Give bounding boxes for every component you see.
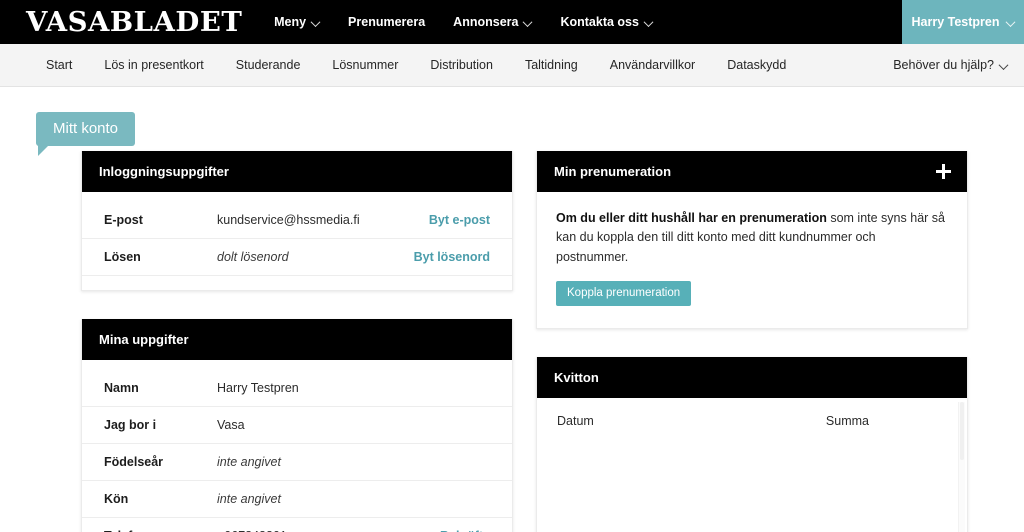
table-row: Lösen dolt lösenord Byt lösenord <box>82 239 512 276</box>
table-row: Namn Harry Testpren <box>82 370 512 407</box>
row-value: dolt lösenord <box>217 250 289 264</box>
card-header: Kvitton <box>537 357 967 399</box>
secondary-nav-bar: Start Lös in presentkort Studerande Lösn… <box>0 44 1024 87</box>
card-title: Kvitton <box>554 370 599 386</box>
row-value: Vasa <box>217 418 245 432</box>
card-header: Mina uppgifter <box>82 319 512 360</box>
nav-item-label: Kontakta oss <box>560 15 639 29</box>
card-title: Mina uppgifter <box>99 332 189 347</box>
column-header-date: Datum <box>557 414 594 429</box>
receipts-scrollbar-thumb[interactable] <box>960 402 964 460</box>
primary-nav: Meny Prenumerera Annonsera Kontakta oss <box>274 0 681 44</box>
site-logo[interactable]: VASABLADET <box>26 9 242 36</box>
column-header-amount: Summa <box>825 414 869 429</box>
receipts-card: Kvitton Datum Summa <box>536 357 968 532</box>
nav-item-prenumerera[interactable]: Prenumerera <box>348 15 425 29</box>
table-row: Födelseår inte angivet <box>82 444 512 481</box>
subscription-description: Om du eller ditt hushåll har en prenumer… <box>556 209 948 267</box>
change-password-link[interactable]: Byt lösenord <box>414 250 490 264</box>
subnav-item-dataskydd[interactable]: Dataskydd <box>727 58 786 72</box>
table-row: Jag bor i Vasa <box>82 407 512 444</box>
page-content: Mitt konto Inloggningsuppgifter E-post k… <box>0 87 1024 532</box>
row-label: E-post <box>104 213 143 227</box>
subnav-item-start[interactable]: Start <box>46 58 72 72</box>
row-value: Harry Testpren <box>217 381 299 395</box>
help-label: Behöver du hjälp? <box>893 58 994 72</box>
chevron-down-icon <box>1007 20 1015 25</box>
card-body: Datum Summa <box>537 398 967 532</box>
row-value: inte angivet <box>217 455 281 469</box>
chevron-down-icon <box>312 20 320 25</box>
nav-item-annonsera[interactable]: Annonsera <box>453 15 532 29</box>
my-details-card: Mina uppgifter Namn Harry Testpren Jag b… <box>81 319 513 532</box>
user-account-button[interactable]: Harry Testpren <box>902 0 1024 44</box>
table-row: E-post kundservice@hssmedia.fi Byt e-pos… <box>82 202 512 239</box>
chevron-down-icon <box>1000 63 1008 68</box>
nav-item-label: Prenumerera <box>348 15 426 29</box>
top-header-bar: VASABLADET Meny Prenumerera Annonsera Ko… <box>0 0 1024 44</box>
left-column: Inloggningsuppgifter E-post kundservice@… <box>81 151 513 532</box>
page-title-tab[interactable]: Mitt konto <box>36 112 136 156</box>
subnav-item-studerande[interactable]: Studerande <box>236 58 301 72</box>
subscription-card: Min prenumeration Om du eller ditt hushå… <box>536 151 968 330</box>
nav-item-label: Annonsera <box>453 15 519 29</box>
subscription-description-bold: Om du eller ditt hushåll har en prenumer… <box>556 211 827 225</box>
card-header: Inloggningsuppgifter <box>82 151 512 192</box>
change-email-link[interactable]: Byt e-post <box>429 213 490 227</box>
chevron-down-icon <box>524 20 532 25</box>
subnav-item-presentkort[interactable]: Lös in presentkort <box>104 58 203 72</box>
card-body: Namn Harry Testpren Jag bor i Vasa Födel… <box>82 360 512 532</box>
link-subscription-button[interactable]: Koppla prenumeration <box>556 281 692 307</box>
secondary-nav-items: Start Lös in presentkort Studerande Lösn… <box>46 58 818 72</box>
card-header: Min prenumeration <box>537 151 967 192</box>
card-title: Min prenumeration <box>554 164 672 179</box>
plus-icon[interactable] <box>936 164 951 179</box>
chevron-down-icon <box>645 20 653 25</box>
row-label: Kön <box>104 492 129 506</box>
row-label: Jag bor i <box>104 418 157 432</box>
receipts-table-header: Datum Summa <box>557 414 947 428</box>
user-name-label: Harry Testpren <box>911 15 1000 29</box>
card-body: Om du eller ditt hushåll har en prenumer… <box>537 192 967 328</box>
subnav-item-anvandarvillkor[interactable]: Användarvillkor <box>610 58 695 72</box>
subnav-item-distribution[interactable]: Distribution <box>430 58 493 72</box>
receipts-scrollbar[interactable] <box>958 402 965 532</box>
row-label: Lösen <box>104 250 141 264</box>
nav-item-kontakta-oss[interactable]: Kontakta oss <box>560 15 653 29</box>
table-row: Kön inte angivet <box>82 481 512 518</box>
right-column: Min prenumeration Om du eller ditt hushå… <box>536 151 968 532</box>
nav-item-meny[interactable]: Meny <box>274 15 320 29</box>
card-title: Inloggningsuppgifter <box>99 164 229 179</box>
row-value: kundservice@hssmedia.fi <box>217 213 360 227</box>
subnav-item-losnummer[interactable]: Lösnummer <box>332 58 398 72</box>
card-body: E-post kundservice@hssmedia.fi Byt e-pos… <box>82 192 512 290</box>
row-label: Födelseår <box>104 455 164 469</box>
login-details-card: Inloggningsuppgifter E-post kundservice@… <box>81 151 513 291</box>
row-label: Namn <box>104 381 139 395</box>
subnav-item-taltidning[interactable]: Taltidning <box>525 58 578 72</box>
table-row: Telefon +067848801 Bekräfta <box>82 518 512 532</box>
help-menu-button[interactable]: Behöver du hjälp? <box>893 58 1008 72</box>
nav-item-label: Meny <box>274 15 307 29</box>
row-value: inte angivet <box>217 492 281 506</box>
